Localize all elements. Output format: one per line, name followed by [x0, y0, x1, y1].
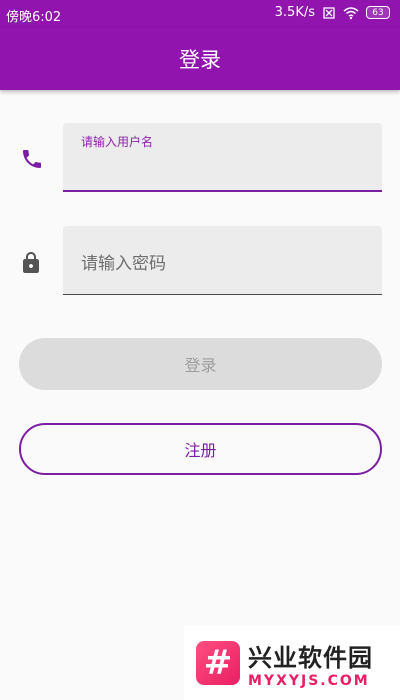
login-button-label: 登录: [184, 356, 217, 375]
login-button[interactable]: 登录: [19, 338, 382, 390]
watermark-url: MYXYJS.COM: [248, 672, 370, 689]
app-bar: 登录: [0, 28, 400, 90]
sim-off-icon: [323, 6, 335, 19]
page-title: 登录: [179, 48, 221, 72]
watermark-name: 兴业软件园: [248, 643, 373, 672]
password-placeholder: 请输入密码: [81, 254, 166, 274]
lock-icon: [19, 251, 43, 275]
password-underline: [63, 293, 382, 295]
status-bar: 傍晚6:02 3.5K/s 63: [0, 0, 400, 28]
password-field[interactable]: 请输入密码: [63, 226, 382, 295]
username-underline: [63, 190, 382, 192]
status-icons: 3.5K/s 63: [275, 5, 390, 20]
username-label: 请输入用户名: [81, 135, 154, 149]
watermark-logo: #: [196, 641, 240, 685]
username-field[interactable]: 请输入用户名: [63, 123, 382, 192]
watermark-text: 兴业软件园 MYXYJS.COM: [248, 638, 373, 689]
status-time: 傍晚6:02: [6, 10, 62, 25]
username-input[interactable]: [80, 153, 360, 177]
register-button[interactable]: 注册: [19, 423, 382, 475]
battery-icon: 63: [366, 6, 390, 19]
network-speed: 3.5K/s: [274, 5, 315, 20]
phone-icon: [20, 147, 44, 171]
wifi-icon: [343, 6, 359, 19]
register-button-label: 注册: [184, 441, 217, 460]
watermark: # 兴业软件园 MYXYJS.COM: [184, 626, 400, 700]
